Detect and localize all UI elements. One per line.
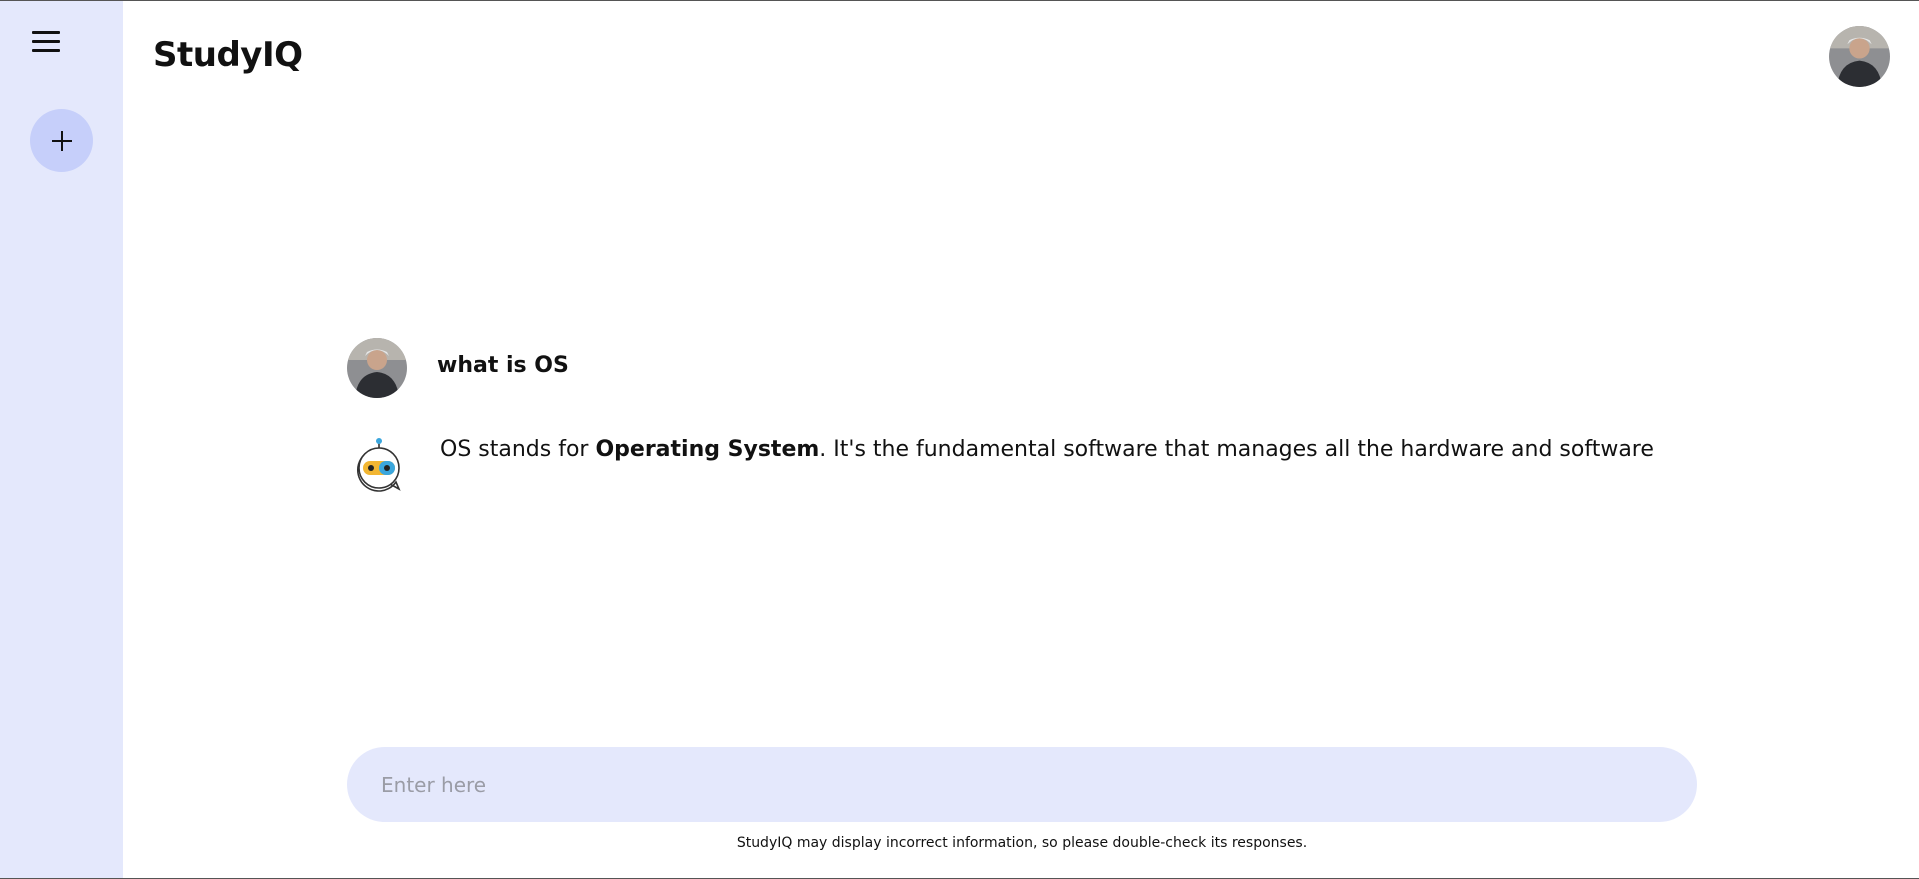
new-chat-button[interactable] bbox=[30, 109, 93, 172]
prompt-input[interactable] bbox=[379, 771, 1665, 798]
plus-icon bbox=[51, 130, 72, 151]
bot-message-suffix: . It's the fundamental software that man… bbox=[819, 437, 1654, 462]
prompt-bar bbox=[347, 747, 1697, 822]
user-message: what is OS bbox=[437, 353, 569, 378]
bot-message: OS stands for Operating System. It's the… bbox=[440, 437, 1654, 462]
user-avatar-image bbox=[1829, 26, 1890, 87]
user-avatar-image bbox=[347, 338, 407, 398]
app-title: StudyIQ bbox=[153, 35, 303, 75]
app-window: StudyIQ what is OS OS stands for Operati… bbox=[0, 0, 1919, 879]
disclaimer-text: StudyIQ may display incorrect informatio… bbox=[736, 835, 1308, 851]
bot-message-bold: Operating System bbox=[595, 437, 820, 462]
sidebar bbox=[0, 1, 123, 878]
bot-message-prefix: OS stands for bbox=[440, 437, 596, 462]
user-avatar[interactable] bbox=[1829, 26, 1890, 87]
chatbot-icon bbox=[352, 437, 406, 493]
user-message-avatar bbox=[347, 338, 407, 398]
hamburger-menu-icon[interactable] bbox=[32, 31, 60, 53]
